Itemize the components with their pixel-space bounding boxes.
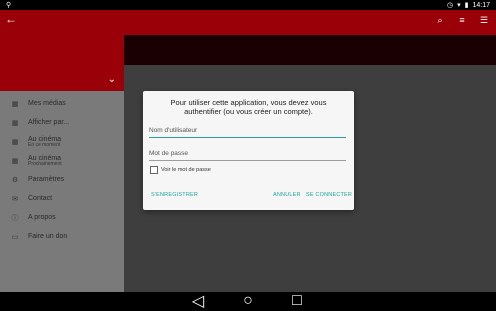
filter-icon[interactable]: ≡ xyxy=(456,14,468,26)
status-time: 14:17 xyxy=(472,1,490,9)
arrow-back-icon[interactable]: ← xyxy=(4,12,18,26)
info-icon: ⓘ xyxy=(11,215,19,222)
chevron-down-icon[interactable]: ⌄ xyxy=(108,74,116,85)
film-icon: ▦ xyxy=(11,120,19,127)
drawer-item-sub: Prochainement xyxy=(28,161,62,168)
cancel-button[interactable]: ANNULER xyxy=(273,192,301,198)
wifi-icon: ▾ xyxy=(457,2,461,9)
drawer-item-label: Faire un don xyxy=(28,233,68,241)
main-header xyxy=(124,35,496,65)
drawer-item-parametres[interactable]: ⚙ Paramètres xyxy=(0,171,124,189)
login-button[interactable]: SE CONNECTER xyxy=(306,192,352,198)
drawer-item-faire-un-don[interactable]: ▭ Faire un don xyxy=(0,228,124,246)
back-nav-icon[interactable]: ◁ xyxy=(191,293,205,310)
home-nav-icon[interactable]: ○ xyxy=(241,292,255,309)
drawer-item-afficher-par[interactable]: ▦ Afficher par... xyxy=(0,114,124,132)
alarm-icon: ◷ xyxy=(446,2,454,9)
drawer-item-a-propos[interactable]: ⓘ A propos xyxy=(0,209,124,227)
film-icon: ▦ xyxy=(11,158,19,165)
drawer-item-label: Mes médias xyxy=(28,100,66,108)
password-field[interactable]: Mot de passe xyxy=(149,148,346,161)
login-dialog: Pour utiliser cette application, vous de… xyxy=(143,91,354,210)
film-icon: ▦ xyxy=(11,139,19,146)
battery-icon: ▮ xyxy=(464,2,469,9)
register-button[interactable]: S'ENREGISTRER xyxy=(151,192,198,198)
status-icons: ◷ ▾ ▮ 14:17 xyxy=(446,1,490,10)
sort-icon[interactable]: ☰ xyxy=(478,14,490,26)
drawer-item-contact[interactable]: ✉ Contact xyxy=(0,190,124,208)
drawer-item-au-cinema-prochainement[interactable]: ▦ Au cinéma Prochainement xyxy=(0,152,124,170)
drawer-header: ⌄ xyxy=(0,35,124,91)
usb-icon: ⚲ xyxy=(6,2,12,9)
wallet-icon: ▭ xyxy=(11,234,19,241)
status-bar: ⚲ ◷ ▾ ▮ 14:17 xyxy=(0,0,496,10)
mail-icon: ✉ xyxy=(12,196,18,203)
drawer-item-sub: En ce moment xyxy=(28,142,61,149)
drawer-item-label: Afficher par... xyxy=(28,119,70,127)
drawer-item-label: Contact xyxy=(28,195,53,203)
username-field[interactable]: Nom d'utilisateur xyxy=(149,125,346,138)
show-password-row[interactable]: Voir le mot de passe xyxy=(150,166,211,174)
app-bar: ← ⌕ ≡ ☰ xyxy=(0,10,496,35)
gear-icon: ⚙ xyxy=(11,177,19,184)
film-icon: ▦ xyxy=(11,101,19,108)
recents-nav-icon[interactable]: □ xyxy=(290,292,304,309)
show-password-label: Voir le mot de passe xyxy=(161,167,211,173)
dialog-message: Pour utiliser cette application, vous de… xyxy=(170,98,327,116)
drawer-item-label: A propos xyxy=(28,214,56,222)
navigation-drawer: ▦ Mes médias ▦ Afficher par... ▦ Au ciné… xyxy=(0,91,124,292)
search-icon[interactable]: ⌕ xyxy=(434,14,446,26)
drawer-item-label: Paramètres xyxy=(28,176,65,184)
drawer-item-au-cinema-en-ce-moment[interactable]: ▦ Au cinéma En ce moment xyxy=(0,133,124,151)
drawer-item-mes-medias[interactable]: ▦ Mes médias xyxy=(0,95,124,113)
navigation-bar: ◁ ○ □ xyxy=(0,292,496,310)
show-password-checkbox[interactable] xyxy=(150,166,158,174)
